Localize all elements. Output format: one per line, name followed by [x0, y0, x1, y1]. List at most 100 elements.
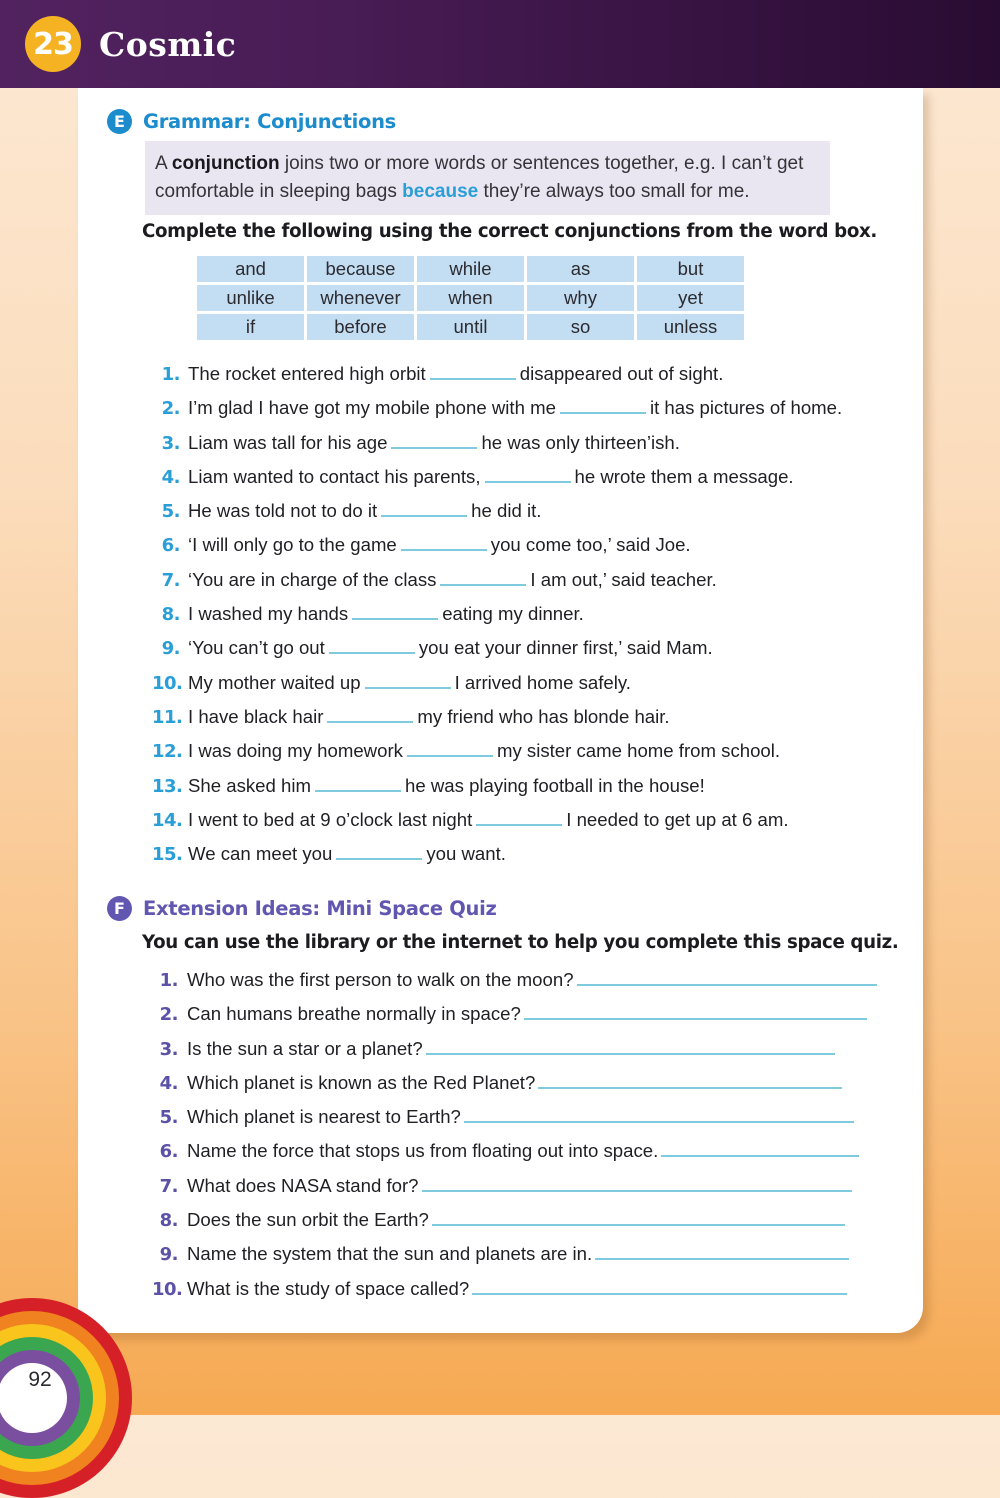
word-box-cell[interactable]: why: [527, 285, 634, 311]
section-e-question-list: 1. The rocket entered high orbit disappear…: [152, 362, 842, 876]
example-highlight-word: because: [402, 180, 479, 202]
fill-blank-question: 15. We can meet you you want.: [152, 842, 842, 876]
question-number: 8.: [159, 1210, 179, 1232]
question-text-before-blank: I have black hair: [188, 705, 324, 727]
section-f-header: F Extension Ideas: Mini Space Quiz: [107, 896, 497, 921]
section-f-question-list: 1. Who was the first person to walk on th…: [152, 968, 877, 1311]
word-box-cell[interactable]: unlike: [197, 285, 304, 311]
answer-line[interactable]: [595, 1242, 850, 1261]
question-number: 14.: [152, 809, 183, 831]
word-box-cell[interactable]: while: [417, 256, 524, 282]
quiz-question: 1. Who was the first person to walk on th…: [152, 968, 877, 1002]
question-text: I’m glad I have got my mobile phone with…: [188, 396, 842, 419]
question-text-before-blank: ‘You can’t go out: [188, 637, 325, 659]
word-box-cell[interactable]: but: [637, 256, 744, 282]
question-text-before-blank: Liam was tall for his age: [188, 431, 388, 453]
unit-title: Cosmic: [99, 24, 237, 64]
question-text: What does NASA stand for?: [187, 1174, 419, 1196]
question-number: 8.: [161, 604, 181, 626]
page-header: 23 Cosmic: [0, 0, 1000, 88]
question-text-before-blank: ‘I will only go to the game: [188, 534, 397, 556]
answer-blank[interactable]: [391, 431, 478, 449]
quiz-question: 9. Name the system that the sun and plane…: [152, 1242, 877, 1276]
answer-blank[interactable]: [476, 808, 563, 826]
answer-blank[interactable]: [328, 636, 415, 655]
question-text: The rocket entered high orbit disappeared…: [188, 362, 723, 385]
question-text-after-blank: disappeared out of sight.: [519, 363, 724, 384]
answer-blank[interactable]: [352, 602, 439, 621]
question-text: ‘I will only go to the game you come too,…: [188, 533, 691, 556]
question-text-before-blank: I’m glad I have got my mobile phone with…: [188, 397, 556, 419]
question-number: 1.: [159, 970, 179, 991]
question-number: 5.: [159, 1107, 179, 1129]
word-box-cell[interactable]: and: [197, 256, 304, 282]
fill-blank-question: 2. I’m glad I have got my mobile phone wi…: [152, 396, 843, 430]
question-text-after-blank: he did it.: [471, 500, 542, 522]
question-number: 11.: [152, 706, 183, 728]
question-text-after-blank: eating my dinner.: [442, 603, 584, 625]
answer-blank[interactable]: [406, 739, 493, 758]
answer-blank[interactable]: [327, 705, 414, 723]
question-text: Which planet is known as the Red Planet?: [187, 1071, 536, 1093]
quiz-question: 8. Does the sun orbit the Earth?: [152, 1208, 877, 1242]
word-box-cell[interactable]: because: [307, 256, 414, 282]
section-e-badge: E: [107, 109, 132, 134]
answer-line[interactable]: [576, 968, 877, 986]
quiz-question: 7. What does NASA stand for?: [152, 1174, 877, 1208]
section-f-title: Extension Ideas: Mini Space Quiz: [143, 897, 497, 920]
word-box-cell[interactable]: before: [307, 314, 414, 340]
question-text: Does the sun orbit the Earth?: [187, 1209, 429, 1231]
question-number: 13.: [152, 775, 183, 797]
quiz-question: 2. Can humans breathe normally in space?: [152, 1002, 877, 1036]
question-number: 15.: [152, 844, 183, 866]
question-text: Who was the first person to walk on the …: [187, 969, 574, 990]
question-text-before-blank: I washed my hands: [188, 603, 349, 625]
question-text: Liam wanted to contact his parents, he wr…: [188, 465, 794, 488]
word-box-cell[interactable]: until: [417, 314, 524, 340]
word-box-cell[interactable]: yet: [637, 285, 744, 311]
fill-blank-question: 1. The rocket entered high orbit disappear…: [152, 362, 842, 396]
answer-blank[interactable]: [559, 396, 646, 415]
answer-blank[interactable]: [484, 465, 571, 483]
answer-line[interactable]: [538, 1071, 843, 1089]
answer-blank[interactable]: [315, 774, 401, 792]
word-box-cell[interactable]: as: [527, 256, 634, 282]
answer-blank[interactable]: [364, 671, 451, 689]
word-box-row: if before until so unless: [197, 314, 744, 340]
answer-blank[interactable]: [381, 499, 468, 518]
question-text-after-blank: he was only thirteen’ish.: [481, 431, 680, 453]
question-text-before-blank: I was doing my homework: [188, 740, 403, 762]
answer-line[interactable]: [431, 1208, 845, 1227]
answer-line[interactable]: [421, 1174, 852, 1192]
answer-line[interactable]: [463, 1105, 854, 1124]
page-number: 92: [28, 1368, 52, 1391]
answer-line[interactable]: [472, 1277, 848, 1295]
question-text: He was told not to do it he did it.: [188, 499, 541, 522]
answer-blank[interactable]: [440, 568, 527, 586]
question-number: 1.: [161, 364, 181, 385]
example-text-part1: A: [155, 153, 172, 174]
question-number: 10.: [152, 1278, 183, 1300]
question-text: She asked him he was playing football in …: [188, 774, 705, 797]
question-number: 9.: [161, 638, 181, 660]
question-text-before-blank: Liam wanted to contact his parents,: [188, 465, 481, 487]
answer-line[interactable]: [661, 1139, 860, 1158]
fill-blank-question: 5. He was told not to do it he did it.: [152, 499, 842, 533]
word-box-cell[interactable]: unless: [637, 314, 744, 340]
question-text: We can meet you you want.: [188, 842, 506, 865]
word-box-cell[interactable]: if: [197, 314, 304, 340]
fill-blank-question: 10. My mother waited up I arrived home saf…: [152, 671, 842, 705]
word-box-cell[interactable]: when: [417, 285, 524, 311]
section-e-title: Grammar: Conjunctions: [143, 110, 396, 133]
answer-blank[interactable]: [336, 842, 423, 861]
word-box-cell[interactable]: whenever: [307, 285, 414, 311]
answer-line[interactable]: [523, 1002, 867, 1021]
question-text-after-blank: he was playing football in the house!: [405, 774, 705, 796]
fill-blank-question: 11. I have black hair my friend who has bl…: [152, 705, 842, 739]
answer-blank[interactable]: [429, 362, 516, 380]
answer-blank[interactable]: [400, 533, 487, 552]
fill-blank-question: 9. ‘You can’t go out you eat your dinner f…: [152, 636, 842, 670]
word-box-cell[interactable]: so: [527, 314, 634, 340]
answer-line[interactable]: [425, 1037, 835, 1055]
conjunction-word-box: and because while as but unlike whenever when wh…: [194, 253, 747, 343]
